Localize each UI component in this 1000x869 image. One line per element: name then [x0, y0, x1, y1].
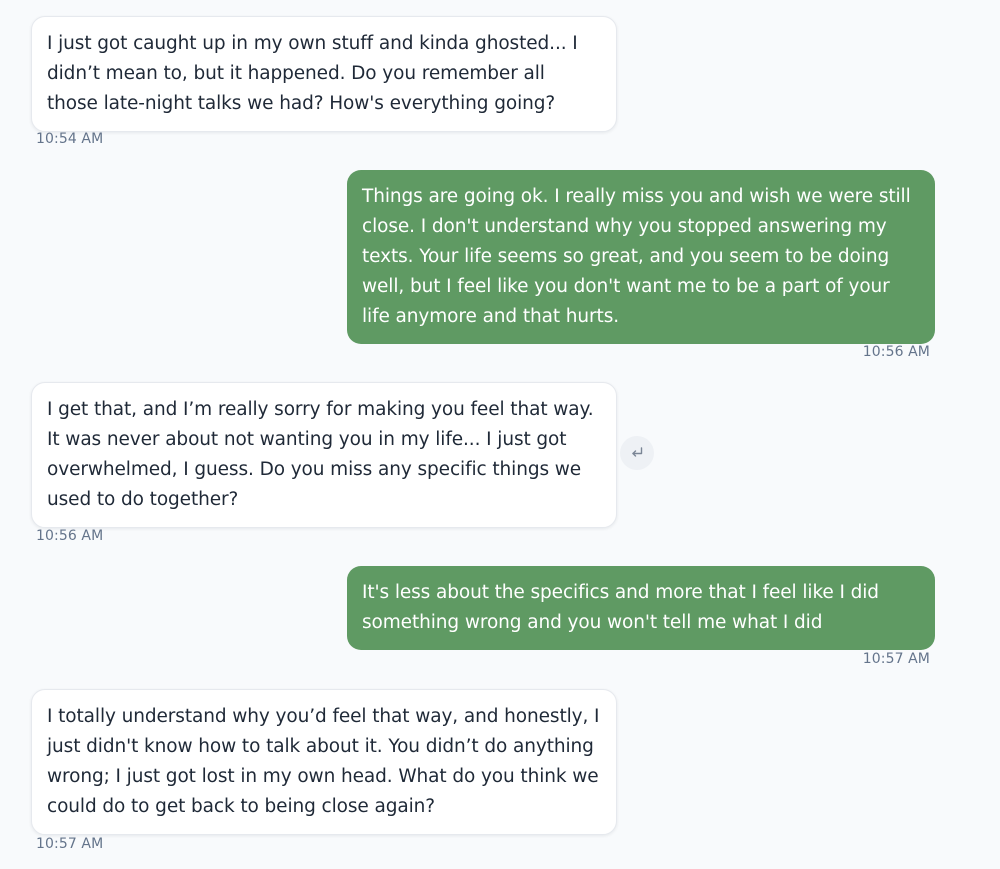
message-timestamp: 10:57 AM [36, 836, 104, 852]
reply-arrow-icon[interactable] [620, 436, 654, 470]
message-bubble-received[interactable]: I just got caught up in my own stuff and… [31, 16, 617, 132]
message-timestamp: 10:57 AM [862, 651, 930, 667]
message-text: I totally understand why you’d feel that… [47, 706, 600, 817]
message-bubble-sent[interactable]: It's less about the specifics and more t… [347, 566, 935, 650]
reply-arrow-glyph [632, 447, 643, 457]
message-bubble-received[interactable]: I totally understand why you’d feel that… [31, 689, 617, 835]
message-text: I get that, and I’m really sorry for mak… [47, 399, 594, 510]
message-bubble-received[interactable]: I get that, and I’m really sorry for mak… [31, 382, 617, 528]
message-timestamp: 10:56 AM [36, 528, 104, 544]
message-timestamp: 10:54 AM [36, 131, 104, 147]
message-text: It's less about the specifics and more t… [362, 582, 879, 633]
message-timestamp: 10:56 AM [862, 344, 930, 360]
message-text: Things are going ok. I really miss you a… [362, 186, 911, 327]
message-text: I just got caught up in my own stuff and… [47, 33, 578, 114]
chat-thread: I just got caught up in my own stuff and… [0, 0, 1000, 869]
message-bubble-sent[interactable]: Things are going ok. I really miss you a… [347, 170, 935, 344]
